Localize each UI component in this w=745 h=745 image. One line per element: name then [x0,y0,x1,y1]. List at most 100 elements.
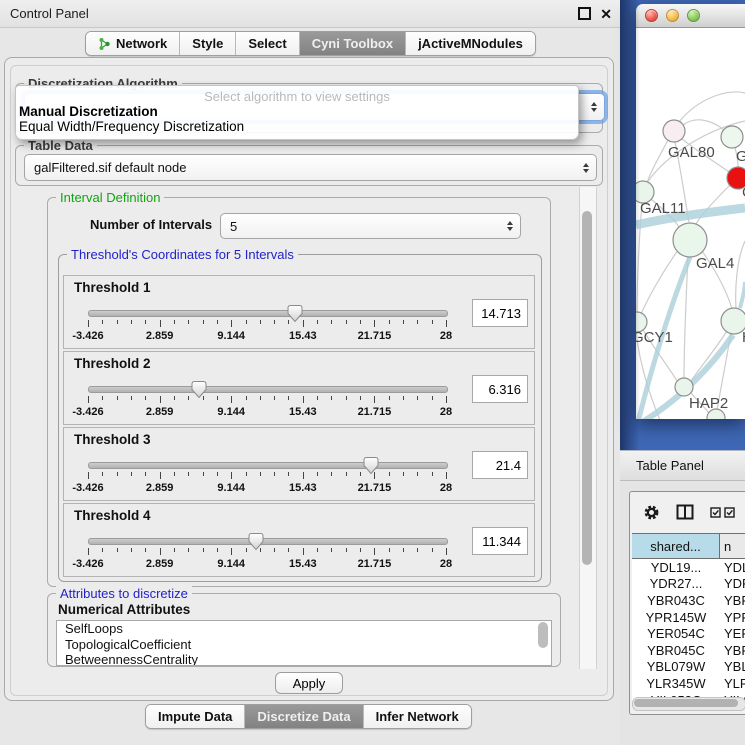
cell-shared-name[interactable]: YBL079W [632,659,720,676]
slider-thumb[interactable] [248,532,265,551]
network-graph[interactable]: GAL80GACGAL11GAL4GCY1HHAP2 [636,28,745,419]
table-row[interactable]: YDL19...YDL1 [632,559,745,576]
tab-network[interactable]: Network [86,32,179,55]
table-row[interactable]: YPR145WYPR1 [632,609,745,626]
table-row[interactable]: YLR345WYLR3 [632,675,745,692]
slider-track[interactable] [88,386,448,393]
table-row[interactable]: YER054CYER0 [632,625,745,642]
tab-style[interactable]: Style [179,32,235,55]
settings-gear-icon[interactable] [643,504,660,521]
cell-shared-name[interactable]: YDR27... [632,576,720,593]
threshold-value-input-3[interactable] [472,451,528,479]
attribute-item-topologicalcoefficient[interactable]: TopologicalCoefficient [57,637,551,653]
threshold-slider-4[interactable]: -3.4262.8599.14415.4321.71528 [88,532,446,572]
network-node[interactable] [673,223,707,257]
dropdown-item-equal-width-frequency-discretization[interactable]: Equal Width/Frequency Discretization [16,119,578,134]
cell-name[interactable]: YLR3 [720,675,745,692]
traffic-close-icon[interactable] [645,9,658,22]
threshold-value-input-4[interactable] [472,527,528,555]
cell-name[interactable]: YBR0 [720,592,745,609]
cell-name[interactable]: YBR0 [720,642,745,659]
tick-label: 2.859 [146,558,174,570]
cell-shared-name[interactable]: YBR043C [632,592,720,609]
table-horizontal-scrollbar[interactable] [632,697,745,711]
cell-shared-name[interactable]: YDL19... [632,559,720,576]
threshold-slider-2[interactable]: -3.4262.8599.14415.4321.71528 [88,380,446,420]
cell-name[interactable]: YPR1 [720,609,745,626]
checkbox-icon[interactable] [710,507,721,518]
bottom-tab-bar: Impute DataDiscretize DataInfer Network [145,704,472,729]
network-node[interactable] [721,126,743,148]
table-row[interactable]: YBL079WYBL0 [632,659,745,676]
threshold-value-input-1[interactable] [472,299,528,327]
slider-tick-labels: -3.4262.8599.14415.4321.71528 [88,406,446,418]
attributes-list-scrollbar[interactable] [538,622,548,648]
split-view-icon[interactable] [676,504,694,520]
tab-cyni-toolbox[interactable]: Cyni Toolbox [299,32,405,55]
settings-scrollbar[interactable] [579,187,597,669]
cell-name[interactable]: YDL1 [720,559,745,576]
tick-label: -3.426 [72,482,103,494]
traffic-zoom-icon[interactable] [687,9,700,22]
tab-discretize-data[interactable]: Discretize Data [244,705,362,728]
network-thick-edge[interactable] [740,282,745,308]
traffic-minimize-icon[interactable] [666,9,679,22]
table-row[interactable]: YBR043CYBR0 [632,592,745,609]
network-edge[interactable] [679,92,745,122]
cell-name[interactable]: YBL0 [720,659,745,676]
network-edge[interactable] [691,331,727,381]
cell-shared-name[interactable]: YER054C [632,625,720,642]
cell-shared-name[interactable]: YBR045C [632,642,720,659]
intervals-combobox[interactable]: 5 [220,213,521,239]
network-node[interactable] [663,120,685,142]
table-data-combobox[interactable]: galFiltered.sif default node [24,154,597,181]
slider-thumb[interactable] [190,380,207,399]
combo-stepper-icon[interactable] [591,102,597,112]
threshold-slider-1[interactable]: -3.4262.8599.14415.4321.71528 [88,304,446,344]
float-window-icon[interactable] [578,7,591,20]
slider-thumb[interactable] [362,456,379,475]
dropdown-item-manual-discretization[interactable]: Manual Discretization [16,104,578,119]
tab-impute-data[interactable]: Impute Data [146,705,244,728]
network-edge[interactable] [647,140,668,183]
threshold-slider-3[interactable]: -3.4262.8599.14415.4321.71528 [88,456,446,496]
table-hscrollbar-thumb[interactable] [634,699,738,707]
close-icon[interactable]: ✕ [600,7,612,21]
slider-track[interactable] [88,462,448,469]
slider-track[interactable] [88,538,448,545]
network-canvas[interactable]: GAL80GACGAL11GAL4GCY1HHAP2 [636,28,745,419]
cell-shared-name[interactable]: YLR345W [632,675,720,692]
attribute-item-betweennesscentrality[interactable]: BetweennessCentrality [57,652,551,666]
network-edge[interactable] [696,185,730,224]
table-panel-body: shared... n YDL19...YDL1YDR27...YDR2YBR0… [620,481,745,745]
cell-name[interactable]: YER0 [720,625,745,642]
network-window-titlebar[interactable] [636,4,745,28]
cell-shared-name[interactable]: YPR145W [632,609,720,626]
table-row[interactable]: YDR27...YDR2 [632,576,745,593]
checkbox-icons-group [710,507,735,518]
node-label: GAL80 [668,144,715,161]
combo-stepper-icon[interactable] [507,221,513,231]
apply-button[interactable]: Apply [275,672,343,694]
attribute-item-selfloops[interactable]: SelfLoops [57,621,551,637]
column-header-shared-name[interactable]: shared... [632,534,720,558]
combo-stepper-icon[interactable] [583,163,589,173]
slider-track[interactable] [88,310,448,317]
checkbox-icon[interactable] [724,507,735,518]
network-node[interactable] [675,378,693,396]
tab-select[interactable]: Select [235,32,298,55]
tick-label: 9.144 [217,406,245,418]
table-row[interactable]: YBR045CYBR0 [632,642,745,659]
column-header-name[interactable]: n [720,534,745,558]
tick-label: 28 [440,406,452,418]
tick-label: 21.715 [358,406,392,418]
settings-scrollbar-thumb[interactable] [582,211,592,565]
right-column: GAL80GACGAL11GAL4GCY1HHAP2 Table Panel [620,0,745,745]
tick-label: -3.426 [72,330,103,342]
threshold-value-input-2[interactable] [472,375,528,403]
cell-name[interactable]: YDR2 [720,576,745,593]
tab-label: Network [116,36,167,51]
tab-jactivemnodules[interactable]: jActiveMNodules [405,32,535,55]
tab-infer-network[interactable]: Infer Network [363,705,471,728]
slider-thumb[interactable] [286,304,303,323]
